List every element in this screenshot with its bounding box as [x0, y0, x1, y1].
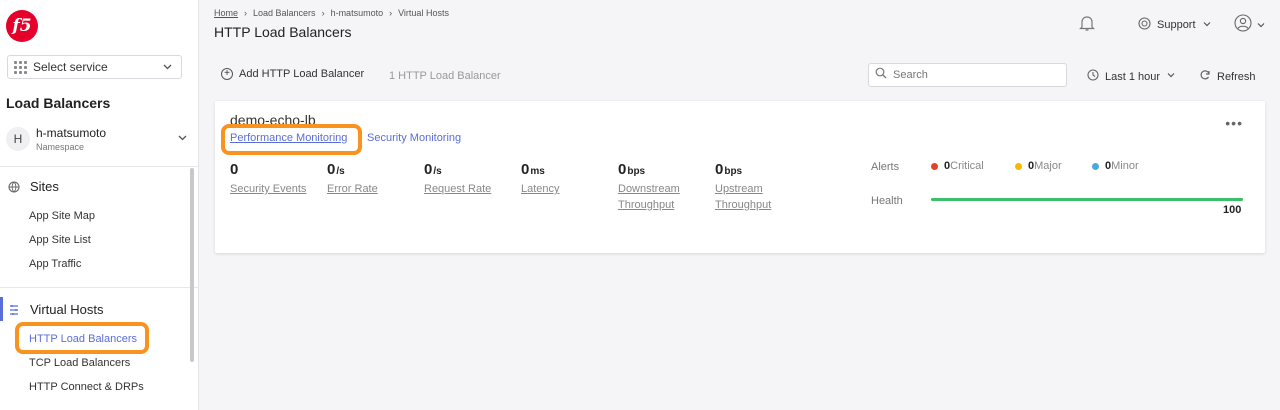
sidebar-item-http-connect-drps[interactable]: HTTP Connect & DRPs [29, 381, 144, 393]
globe-icon [8, 180, 20, 193]
alert-minor[interactable]: 0Minor [1092, 160, 1139, 172]
search-box[interactable] [868, 63, 1067, 87]
metric-downstream-throughput[interactable]: 0bps Downstream Throughput [618, 161, 698, 213]
metric-unit: bps [627, 166, 646, 177]
f5-logo[interactable]: f5 [6, 10, 38, 42]
plus-circle-icon: + [221, 68, 233, 80]
alert-label: Minor [1111, 160, 1139, 172]
health-value: 100 [1223, 204, 1242, 216]
metric-label: Latency [521, 183, 560, 195]
health-bar-fill [931, 198, 1243, 201]
metric-unit: /s [433, 166, 442, 177]
chevron-down-icon [1202, 19, 1212, 32]
breadcrumb: Home › Load Balancers › h-matsumoto › Vi… [214, 8, 449, 18]
apps-grid-icon [14, 60, 27, 74]
user-menu[interactable] [1234, 14, 1266, 37]
metric-unit: /s [336, 166, 345, 177]
breadcrumb-separator-icon: › [321, 8, 325, 18]
metric-label: Downstream Throughput [618, 183, 680, 211]
service-select[interactable]: Select service [7, 55, 182, 79]
metric-label: Request Rate [424, 183, 492, 195]
page-title: HTTP Load Balancers [214, 24, 352, 40]
major-dot-icon [1015, 162, 1022, 170]
service-select-label: Select service [33, 60, 108, 74]
support-icon [1138, 17, 1151, 33]
load-balancer-count: 1 HTTP Load Balancer [389, 70, 501, 82]
breadcrumb-virtual-hosts[interactable]: Virtual Hosts [398, 8, 449, 18]
breadcrumb-separator-icon: › [389, 8, 393, 18]
breadcrumb-load-balancers[interactable]: Load Balancers [253, 8, 316, 18]
namespace-sub-label: Namespace [36, 142, 85, 152]
sidebar-group-sites[interactable]: Sites [8, 179, 59, 194]
metric-upstream-throughput[interactable]: 0bps Upstream Throughput [715, 161, 795, 213]
health-bar [931, 198, 1243, 201]
search-input[interactable] [893, 69, 1053, 81]
search-icon [875, 66, 887, 84]
sidebar-section-title: Load Balancers [6, 95, 111, 111]
metric-value: 0 [618, 161, 627, 178]
metric-value: 0 [230, 161, 239, 178]
metric-label: Upstream Throughput [715, 183, 772, 211]
alert-label: Critical [950, 160, 984, 172]
load-balancer-card: demo-echo-lb ••• Performance Monitoring … [215, 101, 1265, 253]
namespace-name: h-matsumoto [36, 126, 107, 140]
chevron-down-icon [1256, 17, 1266, 35]
highlight-performance-monitoring [221, 124, 362, 155]
sidebar-divider [0, 166, 199, 167]
support-menu[interactable]: Support [1138, 17, 1212, 33]
alert-major[interactable]: 0Major [1015, 160, 1062, 172]
breadcrumb-home[interactable]: Home [214, 8, 238, 18]
sidebar-item-tcp-load-balancers[interactable]: TCP Load Balancers [29, 357, 130, 369]
refresh-label: Refresh [1217, 70, 1256, 83]
breadcrumb-separator-icon: › [244, 8, 248, 18]
metric-label: Error Rate [327, 183, 378, 195]
alerts-label: Alerts [871, 161, 900, 173]
sidebar-item-app-site-list[interactable]: App Site List [29, 234, 91, 246]
metric-security-events[interactable]: 0 Security Events [230, 161, 306, 197]
namespace-selector[interactable]: H h-matsumoto Namespace [6, 124, 192, 156]
clock-icon [1087, 69, 1099, 84]
sidebar-item-app-traffic[interactable]: App Traffic [29, 258, 81, 270]
bell-icon[interactable] [1078, 14, 1096, 37]
minor-dot-icon [1092, 162, 1099, 170]
active-group-indicator [0, 297, 3, 321]
virtual-hosts-icon [8, 304, 20, 316]
chevron-down-icon [162, 61, 173, 75]
add-http-load-balancer-button[interactable]: + Add HTTP Load Balancer [221, 68, 364, 80]
namespace-avatar: H [6, 127, 30, 151]
alert-critical[interactable]: 0Critical [931, 160, 984, 172]
sidebar-item-app-site-map[interactable]: App Site Map [29, 210, 95, 222]
highlight-http-load-balancers [15, 322, 149, 354]
time-range-label: Last 1 hour [1105, 70, 1161, 83]
metric-value: 0 [521, 161, 530, 178]
support-label: Support [1157, 19, 1196, 31]
more-options-icon[interactable]: ••• [1225, 115, 1243, 131]
critical-dot-icon [931, 162, 938, 170]
tab-security-monitoring[interactable]: Security Monitoring [367, 132, 461, 144]
breadcrumb-namespace[interactable]: h-matsumoto [331, 8, 384, 18]
metric-unit: ms [530, 166, 545, 177]
user-avatar-icon [1234, 14, 1252, 37]
metric-value: 0 [327, 161, 336, 178]
metric-error-rate[interactable]: 0/s Error Rate [327, 161, 378, 197]
metric-unit: bps [724, 166, 743, 177]
chevron-down-icon [177, 132, 188, 146]
chevron-down-icon [1166, 70, 1176, 83]
sidebar-divider [0, 287, 199, 288]
time-range-select[interactable]: Last 1 hour [1087, 69, 1176, 84]
health-label: Health [871, 195, 903, 207]
refresh-icon [1199, 69, 1211, 84]
alert-label: Major [1034, 160, 1062, 172]
sidebar-scrollbar[interactable] [190, 168, 194, 362]
add-button-label: Add HTTP Load Balancer [239, 68, 365, 80]
metric-value: 0 [424, 161, 433, 178]
metric-latency[interactable]: 0ms Latency [521, 161, 560, 197]
sidebar-group-label: Virtual Hosts [30, 302, 104, 317]
metric-value: 0 [715, 161, 724, 178]
sidebar-group-label: Sites [30, 179, 59, 194]
metric-request-rate[interactable]: 0/s Request Rate [424, 161, 491, 197]
sidebar-group-virtual-hosts[interactable]: Virtual Hosts [8, 302, 103, 317]
metric-label: Security Events [230, 183, 307, 195]
refresh-button[interactable]: Refresh [1199, 69, 1256, 84]
